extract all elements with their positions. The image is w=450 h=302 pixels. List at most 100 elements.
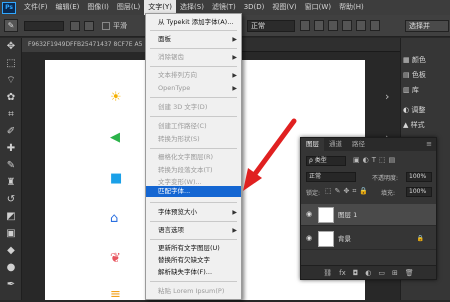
brush-tool-icon[interactable]: ✎	[0, 157, 22, 174]
layer-name[interactable]: 背景	[338, 228, 351, 250]
menu-item-label: 面板	[158, 35, 171, 43]
lasso-tool-icon[interactable]: ⌔	[0, 72, 22, 89]
libraries-panel-icon: ▥	[403, 86, 410, 94]
select-and-mask-button[interactable]: 选择并	[405, 20, 449, 32]
menu-item-font-preview-size[interactable]: 字体预览大小 ▶	[146, 207, 241, 218]
blur-tool-icon[interactable]: ◆	[0, 242, 22, 259]
eyedropper-tool-icon[interactable]: ✐	[0, 123, 22, 140]
move-tool-icon[interactable]: ✥	[0, 38, 22, 55]
panel-swatches[interactable]: ▤ 色板	[403, 69, 450, 82]
layer-row[interactable]: ◉ 图层 1	[301, 204, 436, 226]
brush-mode-icon-2[interactable]	[84, 21, 94, 31]
marquee-tool-icon[interactable]: ⬚	[0, 55, 22, 72]
new-group-icon[interactable]: ▭	[378, 269, 385, 277]
menu-separator	[150, 202, 237, 203]
tab-paths[interactable]: 路径	[347, 138, 370, 151]
menu-help[interactable]: 帮助(H)	[335, 0, 368, 15]
tab-channels[interactable]: 通道	[324, 138, 347, 151]
tools-panel: ✥ ⬚ ⌔ ✿ ⌗ ✐ ✚ ✎ ♜ ↺ ◩ ▣ ◆ ● ✒	[0, 38, 22, 300]
blend-mode-dropdown[interactable]: 正常	[306, 172, 356, 182]
panel-label: 色板	[411, 71, 426, 79]
option-toggle-icon-6[interactable]	[370, 20, 380, 31]
menu-item-update-all-text-layers[interactable]: 更新所有文字图层(U)	[146, 243, 241, 254]
menu-3d[interactable]: 3D(D)	[240, 0, 269, 15]
menu-window[interactable]: 窗口(W)	[301, 0, 335, 15]
menu-separator	[150, 148, 237, 149]
chevron-right-icon: ›	[385, 90, 390, 103]
adjustment-layer-icon[interactable]: ◐	[365, 269, 371, 277]
menu-item-match-font[interactable]: 匹配字体...	[146, 186, 241, 197]
history-brush-tool-icon[interactable]: ↺	[0, 191, 22, 208]
quick-select-tool-icon[interactable]: ✿	[0, 89, 22, 106]
menu-item-text-orientation[interactable]: 文本排列方向 ▶	[146, 70, 241, 81]
pen-tool-icon[interactable]: ✒	[0, 276, 22, 293]
link-layers-icon[interactable]: ⛓	[323, 269, 332, 277]
option-toggle-icon-4[interactable]	[342, 20, 352, 31]
menu-item-convert-to-paragraph[interactable]: 转换为段落文本(T)	[146, 165, 241, 176]
fx-icon[interactable]: fx	[339, 269, 346, 277]
menu-item-rasterize-type-layer[interactable]: 栅格化文字图层(R)	[146, 152, 241, 163]
add-mask-icon[interactable]: ◘	[353, 269, 359, 277]
panel-color[interactable]: ▦ 颜色	[403, 54, 450, 67]
speaker-icon: ◀	[110, 130, 120, 145]
menu-item-add-typekit-fonts[interactable]: 从 Typekit 添加字体(A)...	[146, 17, 241, 28]
layers-panel-tabs: 图层 通道 路径	[301, 138, 436, 151]
select-and-mask-label: 选择并	[409, 22, 430, 30]
menu-layer[interactable]: 图层(L)	[113, 0, 144, 15]
trash-icon[interactable]: 🗑	[405, 269, 414, 277]
layer-filter-kind[interactable]: ρ 类型	[306, 156, 346, 166]
smooth-checkbox[interactable]	[102, 22, 110, 30]
menu-item-anti-alias[interactable]: 消除锯齿 ▶	[146, 52, 241, 63]
menu-item-opentype[interactable]: OpenType ▶	[146, 83, 241, 94]
type-menu-dropdown: 从 Typekit 添加字体(A)... 面板 ▶ 消除锯齿 ▶ 文本排列方向 ▶ O…	[145, 13, 242, 300]
menu-item-create-3d-text[interactable]: 创建 3D 文字(D)	[146, 102, 241, 113]
option-toggle-icon-3[interactable]	[328, 20, 338, 31]
menu-view[interactable]: 视图(V)	[268, 0, 300, 15]
blend-mode-select[interactable]: 正常	[247, 20, 295, 32]
menu-item-language-options[interactable]: 语言选项 ▶	[146, 225, 241, 236]
sun-icon: ☀	[110, 90, 122, 105]
panel-styles[interactable]: ▲ 样式	[403, 119, 450, 132]
stamp-tool-icon[interactable]: ♜	[0, 174, 22, 191]
new-layer-icon[interactable]: ⊞	[392, 269, 398, 277]
layer-name[interactable]: 图层 1	[338, 204, 357, 226]
menu-item-replace-missing-glyphs[interactable]: 替换所有欠缺文字	[146, 255, 241, 266]
panel-adjustments[interactable]: ◐ 调整	[403, 104, 450, 117]
blend-mode-value: 正常	[251, 22, 265, 30]
menu-file[interactable]: 文件(F)	[20, 0, 52, 15]
opacity-field[interactable]: 100%	[406, 172, 432, 182]
crop-tool-icon[interactable]: ⌗	[0, 106, 22, 123]
option-toggle-icon-2[interactable]	[314, 20, 324, 31]
eye-icon[interactable]: ◉	[306, 210, 312, 218]
eraser-tool-icon[interactable]: ◩	[0, 208, 22, 225]
menu-separator	[150, 66, 237, 67]
menu-item-resolve-missing-fonts[interactable]: 解析缺失字体(F)...	[146, 267, 241, 278]
filter-icons[interactable]: ▣◐T⬚▤	[353, 156, 398, 164]
menu-item-create-work-path[interactable]: 创建工作路径(C)	[146, 121, 241, 132]
color-panel-icon: ▦	[403, 56, 410, 64]
healing-brush-tool-icon[interactable]: ✚	[0, 140, 22, 157]
tab-layers[interactable]: 图层	[301, 138, 324, 151]
lock-label: 锁定:	[306, 190, 321, 197]
brush-icon[interactable]: ✎	[4, 19, 18, 32]
document-tab[interactable]: F9632F1949DFFB25471437 8CF7E A5	[22, 38, 149, 52]
tool-preset-field[interactable]	[24, 21, 64, 31]
menu-item-panels[interactable]: 面板 ▶	[146, 34, 241, 45]
panel-libraries[interactable]: ▥ 库	[403, 84, 450, 97]
gradient-tool-icon[interactable]: ▣	[0, 225, 22, 242]
eye-icon[interactable]: ◉	[306, 234, 312, 242]
menu-item-paste-lorem-ipsum[interactable]: 粘贴 Lorem Ipsum(P)	[146, 286, 241, 297]
lock-icons[interactable]: ⬚✎✥⌗🔒	[325, 187, 371, 196]
menu-image[interactable]: 图像(I)	[83, 0, 113, 15]
brush-mode-icon[interactable]	[70, 21, 80, 31]
dodge-tool-icon[interactable]: ●	[0, 259, 22, 276]
panel-menu-icon[interactable]: ≡	[426, 140, 432, 148]
menu-item-label: 字体预览大小	[158, 208, 197, 216]
home-icon: ⌂	[110, 211, 119, 226]
fill-field[interactable]: 100%	[406, 187, 432, 197]
option-toggle-icon-5[interactable]	[356, 20, 366, 31]
menu-item-convert-to-shape[interactable]: 转换为形状(S)	[146, 134, 241, 145]
menu-edit[interactable]: 编辑(E)	[52, 0, 84, 15]
option-toggle-icon[interactable]	[300, 20, 310, 31]
layer-row[interactable]: ◉ 背景 🔒	[301, 228, 436, 250]
